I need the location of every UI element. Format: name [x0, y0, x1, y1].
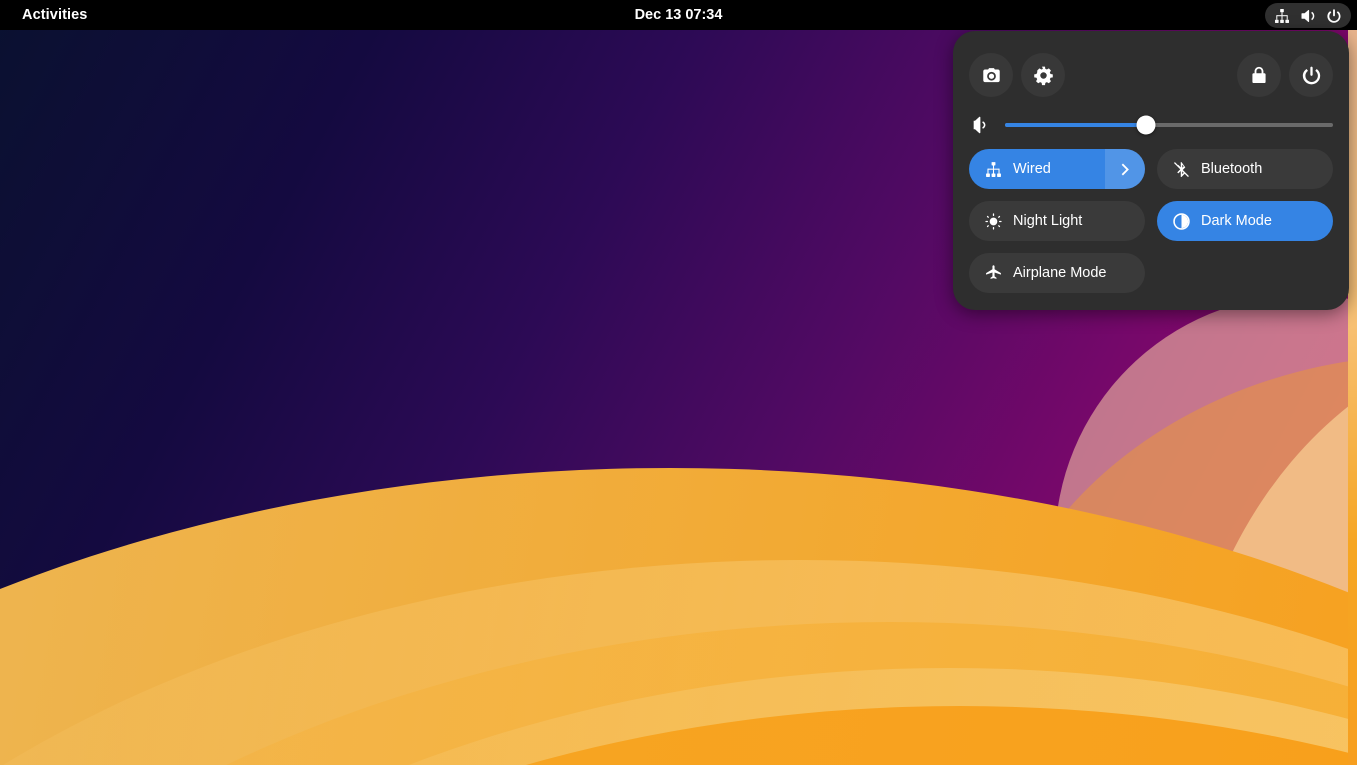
volume-icon	[1300, 8, 1316, 24]
clock-area: Dec 13 07:34	[0, 3, 1357, 27]
activities-button[interactable]: Activities	[10, 3, 99, 27]
gear-icon	[1033, 65, 1054, 86]
tile-airplane-mode[interactable]: Airplane Mode	[969, 253, 1145, 293]
airplane-icon	[985, 265, 1002, 282]
chevron-right-icon	[1117, 161, 1134, 178]
network-wired-icon	[1274, 8, 1290, 24]
clock-label[interactable]: Dec 13 07:34	[627, 7, 731, 23]
wired-expander-button[interactable]	[1105, 149, 1145, 189]
lock-icon	[1249, 65, 1269, 85]
tile-bluetooth[interactable]: Bluetooth	[1157, 149, 1333, 189]
tile-label: Night Light	[1013, 213, 1082, 229]
volume-slider-row	[969, 109, 1333, 141]
system-status-area[interactable]	[1265, 3, 1351, 28]
network-wired-icon	[985, 161, 1002, 178]
top-bar: Activities Dec 13 07:34	[0, 0, 1357, 30]
night-light-icon	[985, 213, 1002, 230]
power-icon	[1326, 8, 1342, 24]
tile-label: Airplane Mode	[1013, 265, 1107, 281]
dark-mode-icon	[1173, 213, 1190, 230]
power-icon	[1301, 65, 1322, 86]
power-button[interactable]	[1289, 53, 1333, 97]
tile-label: Wired	[1013, 161, 1051, 177]
settings-button[interactable]	[1021, 53, 1065, 97]
volume-low-icon[interactable]	[969, 114, 991, 136]
quick-settings-menu: Wired Bluetooth	[953, 31, 1349, 310]
tile-label: Bluetooth	[1201, 161, 1262, 177]
volume-slider-fill	[1005, 123, 1146, 127]
quick-settings-header	[969, 53, 1333, 97]
lock-button[interactable]	[1237, 53, 1281, 97]
screenshot-button[interactable]	[969, 53, 1013, 97]
volume-slider-track[interactable]	[1005, 123, 1333, 127]
quick-settings-tiles: Wired Bluetooth	[969, 149, 1333, 293]
tile-dark-mode[interactable]: Dark Mode	[1157, 201, 1333, 241]
tile-label: Dark Mode	[1201, 213, 1272, 229]
volume-slider-handle[interactable]	[1137, 116, 1156, 135]
activities-label: Activities	[22, 7, 87, 23]
tile-night-light[interactable]: Night Light	[969, 201, 1145, 241]
camera-icon	[981, 65, 1002, 86]
bluetooth-off-icon	[1173, 161, 1190, 178]
desktop-right-edge-strip	[1348, 30, 1357, 765]
tile-wired[interactable]: Wired	[969, 149, 1145, 189]
